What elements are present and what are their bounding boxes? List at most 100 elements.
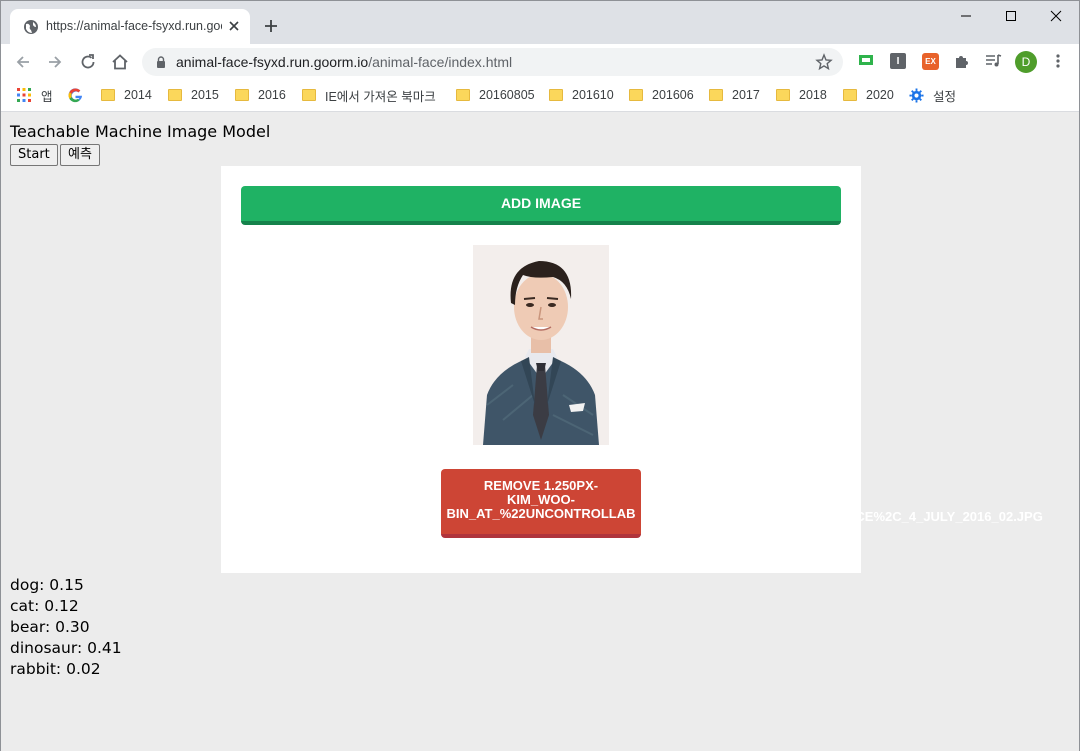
media-control-button[interactable]: [985, 52, 1003, 70]
bookmark-label: 앱: [41, 89, 53, 104]
page-title: Teachable Machine Image Model: [10, 122, 271, 141]
folder-icon: [549, 89, 563, 101]
url-text: animal-face-fsyxd.run.goorm.io/animal-fa…: [176, 54, 512, 70]
minimize-icon: [961, 15, 971, 17]
bookmark-folder-ie[interactable]: IE에서 가져온 북마크: [302, 86, 436, 104]
bookmark-settings[interactable]: 설정: [909, 86, 956, 104]
folder-icon: [302, 89, 316, 101]
tab-title: https://animal-face-fsyxd.run.goorm.io/a…: [46, 19, 222, 33]
lock-icon[interactable]: [154, 55, 168, 69]
home-button[interactable]: [108, 50, 132, 74]
ex-extension-icon[interactable]: EX: [922, 53, 939, 70]
screen-extension-icon[interactable]: [857, 52, 875, 70]
bookmark-star-icon[interactable]: [815, 53, 833, 71]
bookmark-label: 2020: [866, 88, 894, 102]
profile-initial: D: [1021, 55, 1031, 69]
url-path: /animal-face/index.html: [368, 54, 513, 70]
menu-button[interactable]: [1049, 52, 1067, 70]
upload-card: ADD IMAGE REMOVE 1.250PX- KIM_WOO- BIN_A…: [221, 166, 861, 573]
remove-label-line: REMOVE 1.250PX-: [483, 478, 599, 493]
bookmark-label: 설정: [933, 89, 957, 104]
bookmark-folder-20160805[interactable]: 20160805: [456, 86, 535, 104]
folder-icon: [101, 89, 115, 101]
bookmark-folder-201606[interactable]: 201606: [629, 86, 694, 104]
bookmark-label: 2016: [258, 88, 286, 102]
home-icon: [112, 54, 128, 70]
active-tab[interactable]: https://animal-face-fsyxd.run.goorm.io/a…: [10, 9, 250, 44]
reload-icon: [81, 54, 95, 69]
prediction-dinosaur: dinosaur: 0.41: [10, 639, 122, 657]
start-button[interactable]: Start: [10, 144, 58, 166]
maximize-button[interactable]: [988, 1, 1034, 31]
remove-image-button[interactable]: REMOVE 1.250PX- KIM_WOO- BIN_AT_%22UNCON…: [441, 469, 641, 538]
predict-button[interactable]: 예측: [60, 144, 100, 166]
prediction-list: dog: 0.15 cat: 0.12 bear: 0.30 dinosaur:…: [10, 575, 122, 680]
new-tab-icon[interactable]: [261, 16, 281, 36]
forward-button[interactable]: [43, 50, 67, 74]
gear-icon: [909, 87, 924, 103]
address-bar[interactable]: animal-face-fsyxd.run.goorm.io/animal-fa…: [142, 48, 843, 76]
prediction-cat: cat: 0.12: [10, 597, 79, 615]
bookmark-folder-2017[interactable]: 2017: [709, 86, 760, 104]
reload-button[interactable]: [76, 50, 100, 74]
close-window-button[interactable]: [1033, 1, 1079, 31]
bookmark-folder-201610[interactable]: 201610: [549, 86, 614, 104]
portrait-photo: [473, 245, 609, 445]
google-icon: [68, 87, 83, 102]
maximize-icon: [1006, 11, 1016, 21]
bookmark-folder-2015[interactable]: 2015: [168, 86, 219, 104]
bookmark-label: 2018: [799, 88, 827, 102]
bookmark-label: 201610: [572, 88, 614, 102]
folder-icon: [709, 89, 723, 101]
folder-icon: [168, 89, 182, 101]
url-host: animal-face-fsyxd.run.goorm.io: [176, 54, 369, 70]
playlist-icon: [986, 54, 1002, 67]
bookmark-google[interactable]: [68, 86, 83, 104]
uploaded-image: [473, 245, 609, 445]
bookmarks-bar: 앱 2014 2015 2016 IE에서 가져온 북마크 20160805 2…: [1, 80, 1079, 112]
extensions-button[interactable]: [953, 52, 971, 70]
bookmark-label: 2015: [191, 88, 219, 102]
remove-label-line: BIN_AT_%22UNCONTROLLAB: [446, 507, 636, 521]
puzzle-icon: [956, 56, 968, 68]
bookmark-label: IE에서 가져온 북마크: [325, 89, 436, 104]
remove-label-line: KIM_WOO-: [507, 492, 575, 507]
monitor-icon: [859, 55, 873, 65]
bookmark-folder-2020[interactable]: 2020: [843, 86, 894, 104]
prediction-rabbit: rabbit: 0.02: [10, 660, 101, 678]
folder-icon: [456, 89, 470, 101]
apps-grid-icon: [17, 88, 31, 102]
folder-icon: [776, 89, 790, 101]
bookmark-label: 20160805: [479, 88, 535, 102]
add-image-button[interactable]: ADD IMAGE: [241, 186, 841, 225]
i-extension-label: I: [896, 55, 900, 67]
close-tab-icon[interactable]: [226, 18, 242, 34]
i-extension-icon[interactable]: I: [890, 53, 906, 69]
bookmark-label: 2014: [124, 88, 152, 102]
folder-icon: [843, 89, 857, 101]
bookmark-folder-2018[interactable]: 2018: [776, 86, 827, 104]
minimize-button[interactable]: [943, 1, 989, 31]
bookmark-label: 201606: [652, 88, 694, 102]
more-vertical-icon: [1056, 54, 1060, 68]
folder-icon: [629, 89, 643, 101]
tab-strip: https://animal-face-fsyxd.run.goorm.io/a…: [1, 1, 1079, 44]
globe-icon: [24, 20, 38, 34]
back-button[interactable]: [11, 50, 35, 74]
browser-window: https://animal-face-fsyxd.run.goorm.io/a…: [0, 0, 1080, 751]
profile-avatar[interactable]: D: [1015, 51, 1037, 73]
bookmark-apps[interactable]: 앱: [17, 86, 53, 104]
bookmark-folder-2014[interactable]: 2014: [101, 86, 152, 104]
close-icon: [1050, 10, 1062, 22]
prediction-dog: dog: 0.15: [10, 576, 84, 594]
folder-icon: [235, 89, 249, 101]
page-viewport: Teachable Machine Image Model Start 예측 A…: [1, 112, 1079, 751]
arrow-right-icon: [49, 56, 62, 68]
prediction-bear: bear: 0.30: [10, 618, 90, 636]
remove-label-overflow: NCE%2C_4_JULY_2016_02.JPG: [846, 509, 1043, 524]
bookmark-label: 2017: [732, 88, 760, 102]
arrow-left-icon: [16, 56, 29, 68]
browser-toolbar: animal-face-fsyxd.run.goorm.io/animal-fa…: [1, 44, 1079, 80]
ex-extension-label: EX: [925, 57, 936, 66]
bookmark-folder-2016[interactable]: 2016: [235, 86, 286, 104]
